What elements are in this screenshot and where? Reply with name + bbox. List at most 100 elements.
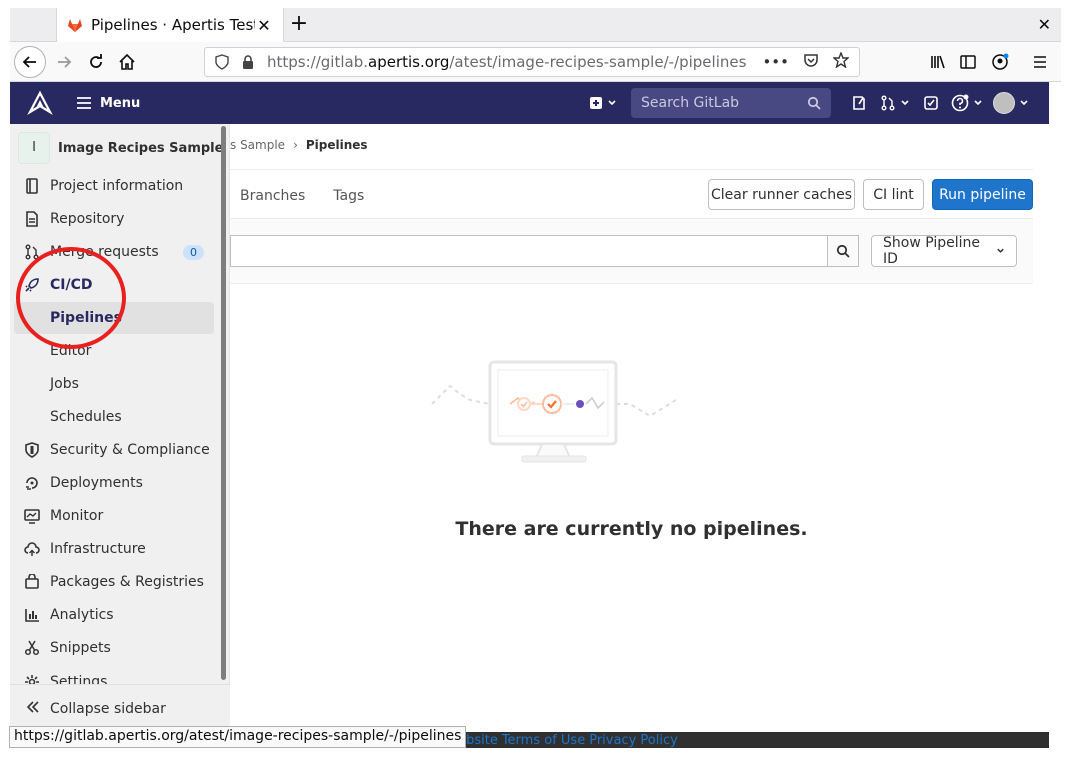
library-icon [931,55,945,69]
merge-requests-count-badge: 0 [183,244,204,260]
plus-square-icon [590,97,602,109]
sidebar-scrollbar[interactable] [221,126,226,680]
sidebar-item-repository[interactable]: Repository [14,203,214,235]
footer-link-terms[interactable]: Terms of Use [502,733,585,748]
back-button[interactable] [14,46,46,78]
project-name: Image Recipes Sample [58,140,224,156]
sidebar-item-infrastructure[interactable]: Infrastructure [14,533,214,565]
chevron-down-icon [974,100,982,106]
account-button[interactable] [984,46,1016,78]
user-menu-button[interactable] [993,82,1029,124]
sidebar-item-deployments[interactable]: Deployments [14,467,214,499]
sidebar-item-label: CI/CD [50,277,93,293]
sidebar-item-snippets[interactable]: Snippets [14,632,214,664]
deployments-icon [24,475,40,491]
tab-tags[interactable]: Tags [333,188,364,204]
double-chevron-left-icon [26,700,40,718]
sidebar-item-label: Deployments [50,475,143,491]
help-icon [951,94,969,112]
sidebar-item-label: Snippets [50,640,111,656]
scissors-icon [24,640,40,656]
clear-runner-caches-button[interactable]: Clear runner caches [708,179,855,210]
sidebar-item-editor[interactable]: Editor [14,335,214,367]
url-bar[interactable]: https://gitlab.apertis.org/atest/image-r… [204,47,860,77]
forward-button[interactable] [48,46,80,78]
todos-button[interactable] [913,82,949,124]
sidebar-item-security-compliance[interactable]: Security & Compliance [14,434,214,466]
bookmark-star-icon[interactable] [832,51,850,72]
sidebar-item-label: Editor [50,343,92,359]
chevron-down-icon [997,248,1004,253]
sidebar-item-packages-registries[interactable]: Packages & Registries [14,566,214,598]
merge-request-icon [881,95,895,111]
pipeline-id-select-value: Show Pipeline ID [883,235,981,267]
breadcrumb-current[interactable]: Pipelines [306,138,368,152]
monitor-icon [24,508,40,524]
cloud-icon [24,541,40,557]
window-close-button[interactable]: ✕ [1038,8,1051,42]
reload-icon [90,54,102,68]
sidebar-item-analytics[interactable]: Analytics [14,599,214,631]
help-button[interactable] [949,82,985,124]
tab-title: Pipelines · Apertis Test / I [91,16,255,34]
sidebar-item-label: Security & Compliance [50,442,210,458]
run-pipeline-button[interactable]: Run pipeline [932,179,1033,210]
sidebar-item-label: Repository [50,211,125,227]
pipeline-tabs: Branches Tags [230,176,364,216]
tab-branches[interactable]: Branches [240,188,305,204]
menu-button[interactable]: Menu [76,96,140,111]
account-icon [992,53,1009,70]
sidebar-item-project-information[interactable]: Project information [14,170,214,202]
sidebar-item-ci-cd[interactable]: CI/CD [14,269,214,301]
sidebar-item-pipelines[interactable]: Pipelines [14,302,214,334]
sidebar-item-merge-requests[interactable]: Merge requests 0 [14,236,214,268]
status-bar-url: https://gitlab.apertis.org/atest/image-r… [9,726,467,748]
sidebar-item-label: Infrastructure [50,541,146,557]
browser-nav-bar: https://gitlab.apertis.org/atest/image-r… [10,42,1061,82]
filter-search-button[interactable] [827,235,859,267]
apertis-logo-icon[interactable] [24,87,56,119]
merge-requests-button[interactable] [877,82,913,124]
sidebar-item-settings[interactable]: Settings [14,665,214,684]
analytics-icon [24,607,40,623]
todo-check-icon [924,96,938,110]
library-button[interactable] [922,46,954,78]
browser-window: Pipelines · Apertis Test / I ✕ + ✕ https… [0,0,1071,758]
search-input[interactable]: Search GitLab [631,88,831,118]
hamburger-menu-button[interactable] [1024,46,1056,78]
ci-lint-button[interactable]: CI lint [863,179,924,210]
home-button[interactable] [111,46,143,78]
reload-button[interactable] [80,46,112,78]
empty-state-message: There are currently no pipelines. [455,518,808,540]
tab-close-icon[interactable]: ✕ [255,16,273,35]
sidebar-toggle-button[interactable] [952,46,984,78]
main-content: s Sample › Pipelines Branches Tags Clear… [230,124,1049,734]
sidebar-item-schedules[interactable]: Schedules [14,401,214,433]
breadcrumb-separator: › [293,138,298,152]
breadcrumb-project[interactable]: s Sample [230,138,285,152]
sidebar-project-header[interactable]: I Image Recipes Sample [18,132,223,164]
sidebar: I Image Recipes Sample Project informati… [10,124,230,732]
pipeline-id-select[interactable]: Show Pipeline ID [871,235,1017,267]
footer-link-privacy[interactable]: Privacy Policy [589,733,678,748]
avatar [993,92,1015,114]
filter-bar: Show Pipeline ID [230,218,1033,284]
filter-search-input[interactable] [230,235,859,267]
sidebar-item-label: Pipelines [50,310,122,326]
new-tab-button[interactable]: + [282,8,316,42]
new-dropdown-button[interactable] [585,82,621,124]
gear-icon [24,674,40,684]
pocket-icon[interactable] [803,52,819,72]
chevron-down-icon [1020,100,1028,106]
page-actions-icon[interactable]: ••• [762,53,789,71]
browser-tab[interactable]: Pipelines · Apertis Test / I ✕ [56,8,284,42]
issues-button[interactable] [841,82,877,124]
sidebar-item-monitor[interactable]: Monitor [14,500,214,532]
lock-icon[interactable] [241,54,257,70]
sidebar-item-label: Packages & Registries [50,574,204,590]
search-placeholder: Search GitLab [641,95,740,111]
sidebar-item-jobs[interactable]: Jobs [14,368,214,400]
sidebar-item-label: Jobs [50,376,79,392]
shield-icon[interactable] [215,54,231,70]
collapse-sidebar-button[interactable]: Collapse sidebar [10,684,230,732]
